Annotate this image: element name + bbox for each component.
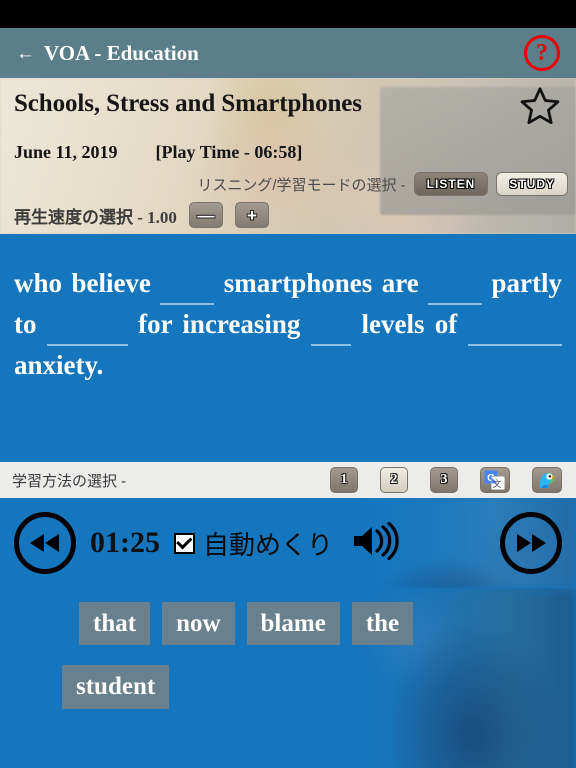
passage-text: who believe ____ smartphones are ____ pa…	[14, 264, 563, 385]
study-method-3[interactable]: 3	[430, 467, 458, 493]
article-title: Schools, Stress and Smartphones	[14, 90, 362, 117]
speaker-volume-icon[interactable]	[351, 521, 403, 565]
passage-word: anxiety.	[14, 350, 104, 381]
speed-decrease-button[interactable]: —	[188, 202, 223, 228]
auto-flip-label: 自動めくり	[203, 529, 334, 560]
listen-mode-button[interactable]: LISTEN	[413, 172, 489, 196]
elapsed-time: 01:25	[90, 526, 160, 559]
study-mode-button[interactable]: STUDY	[496, 172, 568, 196]
passage-blank[interactable]: ______	[46, 305, 128, 347]
passage-area: who believe ____ smartphones are ____ pa…	[0, 234, 576, 460]
auto-flip-checkbox[interactable]	[174, 532, 195, 554]
status-bar	[0, 0, 576, 28]
article-play-time: [Play Time - 06:58]	[155, 141, 303, 162]
passage-word: partly	[491, 268, 563, 298]
word-tile[interactable]: now	[162, 602, 235, 646]
word-bank-area: that now blame the student	[0, 588, 576, 768]
player-bar: 01:25 自動めくり	[0, 498, 576, 588]
passage-word: who	[14, 268, 63, 298]
passage-blank[interactable]: ____	[160, 264, 215, 306]
minus-icon: —	[197, 205, 215, 225]
rewind-icon[interactable]	[14, 512, 76, 574]
word-tile[interactable]: that	[79, 602, 151, 646]
passage-word: to	[14, 309, 37, 340]
study-method-label: 学習方法の選択 -	[12, 472, 127, 490]
parrot-icon[interactable]	[532, 467, 562, 493]
passage-word: increasing	[182, 309, 301, 340]
passage-blank[interactable]: _______	[467, 305, 563, 347]
back-arrow-icon[interactable]: ←	[16, 44, 35, 63]
plus-icon: +	[246, 205, 257, 225]
article-header: Schools, Stress and Smartphones June 11,…	[0, 78, 576, 234]
word-bank-row-2: student	[62, 665, 170, 709]
study-method-bar: 学習方法の選択 - 1 2 3 G 文	[0, 460, 576, 498]
app-root: ← VOA - Education ? Schools, Stress and …	[0, 0, 576, 768]
navigation-bar: ← VOA - Education ?	[0, 28, 576, 78]
speed-increase-button[interactable]: +	[234, 202, 269, 228]
passage-word: levels	[361, 309, 425, 340]
back-navigation[interactable]: ← VOA - Education	[16, 41, 199, 66]
mode-select-row: リスニング/学習モードの選択 - LISTEN STUDY	[0, 172, 568, 196]
passage-word: smartphones	[223, 268, 373, 298]
study-method-1[interactable]: 1	[330, 467, 358, 493]
mode-select-label: リスニング/学習モードの選択 -	[197, 176, 406, 194]
star-outline-icon[interactable]	[518, 84, 562, 128]
help-circle-icon[interactable]: ?	[524, 35, 560, 71]
passage-word: of	[434, 309, 458, 340]
speed-select-label: 再生速度の選択 - 1.00	[14, 207, 177, 227]
passage-word: believe	[71, 268, 151, 298]
word-tile[interactable]: blame	[246, 602, 340, 646]
passage-word: are	[381, 268, 419, 298]
article-meta: June 11, 2019 [Play Time - 06:58]	[14, 142, 562, 163]
passage-blank[interactable]: ___	[310, 305, 352, 347]
word-tile[interactable]: student	[62, 665, 170, 709]
study-method-2[interactable]: 2	[380, 467, 408, 493]
word-bank-tiles: that now blame the student	[62, 588, 576, 709]
nav-title: VOA - Education	[44, 40, 199, 65]
word-tile[interactable]: the	[351, 602, 414, 646]
fast-forward-icon[interactable]	[500, 512, 562, 574]
passage-word: for	[138, 309, 173, 340]
auto-flip-toggle[interactable]: 自動めくり	[174, 525, 333, 562]
speed-select-row: 再生速度の選択 - 1.00 — +	[14, 202, 269, 228]
article-date: June 11, 2019	[14, 141, 118, 162]
passage-blank[interactable]: ____	[428, 264, 483, 306]
google-translate-icon[interactable]: G 文	[480, 467, 510, 493]
study-method-buttons: 1 2 3 G 文	[330, 462, 562, 498]
